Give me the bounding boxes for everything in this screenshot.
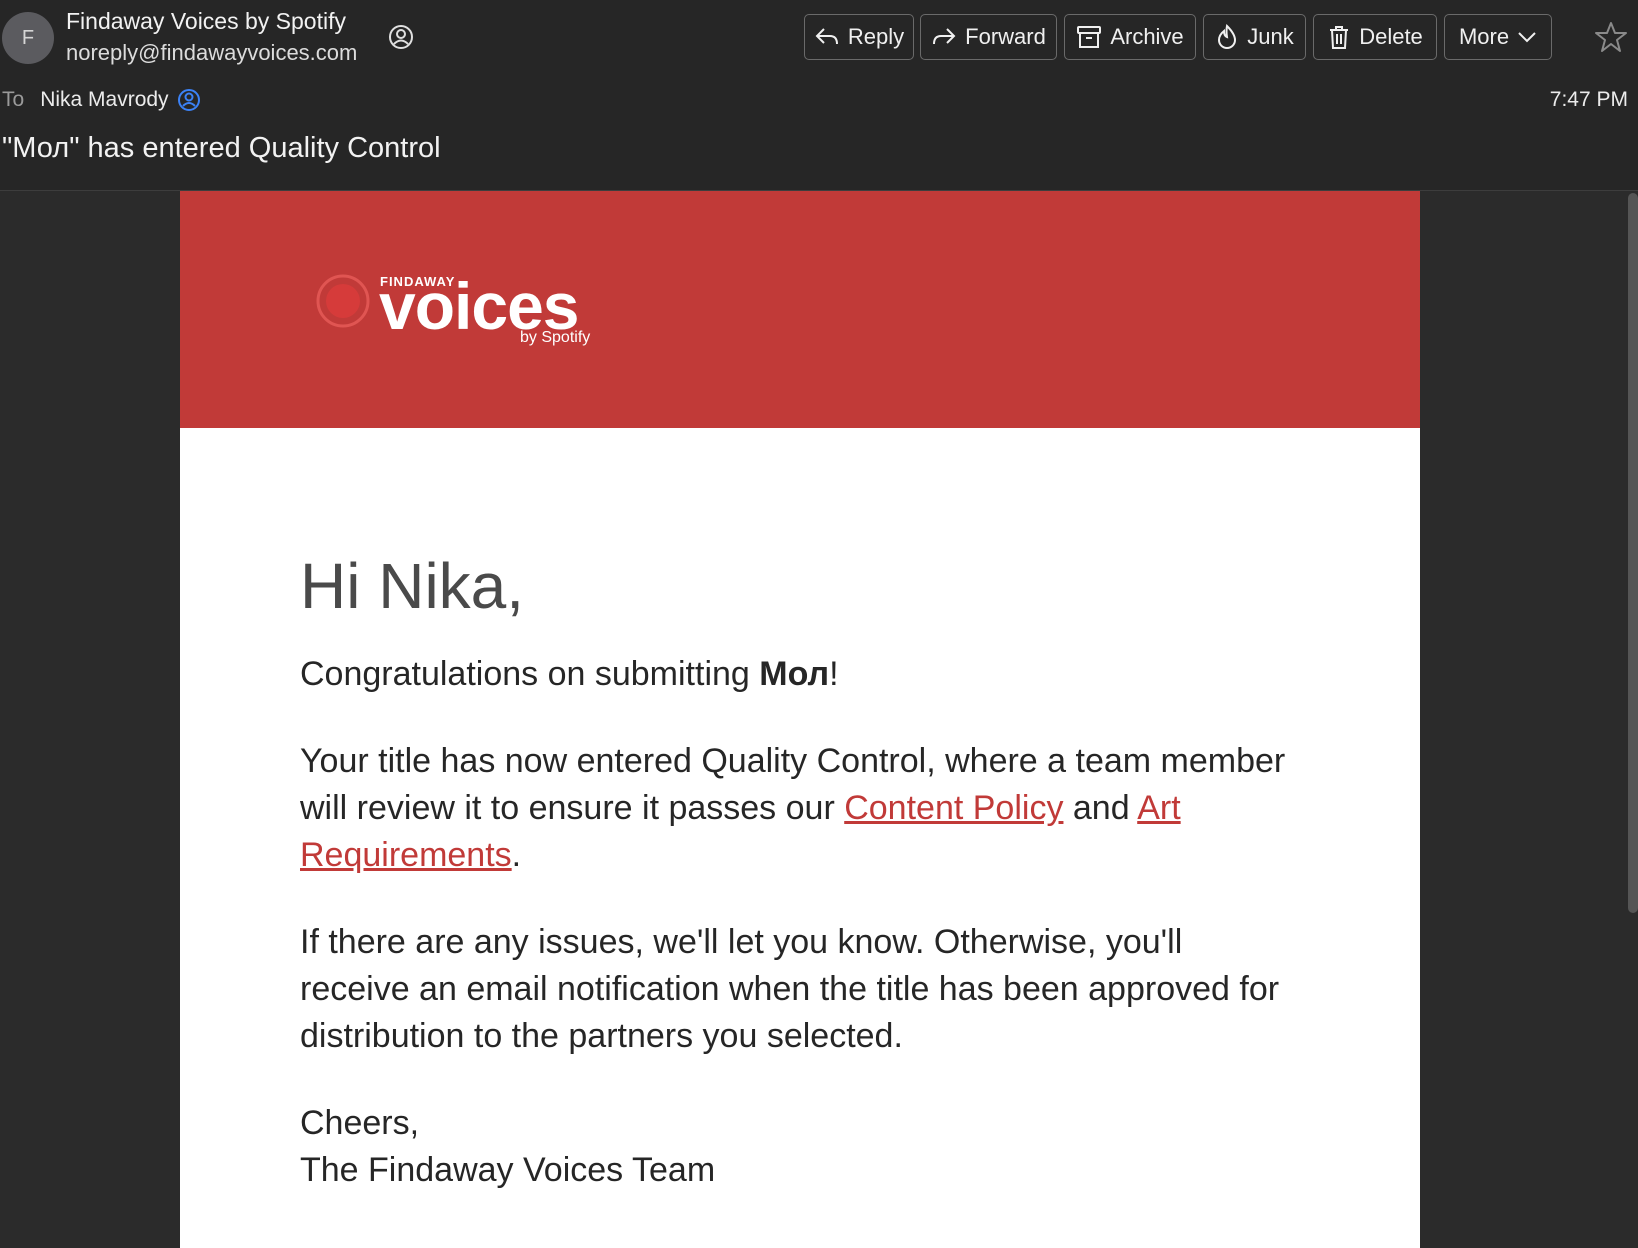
archive-button[interactable]: Archive [1064,14,1196,60]
email-body: FINDAWAY voices by Spotify Hi Nika, Cong… [180,191,1420,1248]
chevron-down-icon [1518,32,1536,43]
issues-paragraph: If there are any issues, we'll let you k… [300,923,1280,1056]
reply-button[interactable]: Reply [804,14,914,60]
junk-label: Junk [1247,24,1294,49]
contact-icon[interactable] [388,24,414,50]
more-label: More [1458,24,1510,49]
quality-control-paragraph: Your title has now entered Quality Contr… [300,738,1300,879]
greeting: Hi Nika, [300,550,525,622]
signature: The Findaway Voices Team [300,1151,716,1190]
qc-and: and [1063,789,1138,828]
qc-period: . [511,836,522,875]
junk-icon [1218,24,1237,49]
delete-button[interactable]: Delete [1313,14,1437,60]
congrats-text: Congratulations on submitting [300,655,760,694]
brand-banner: FINDAWAY voices by Spotify [180,191,1420,428]
closing: Cheers, [300,1104,420,1143]
star-icon[interactable] [1594,20,1628,54]
content-policy-link[interactable]: Content Policy [844,789,1063,827]
to-label: To [2,88,25,111]
archive-label: Archive [1110,24,1184,49]
forward-label: Forward [965,24,1046,49]
reply-icon [815,28,838,45]
record-logo-icon [316,274,370,328]
title-name: Мол [759,655,830,694]
junk-button[interactable]: Junk [1203,14,1306,60]
congrats-punct: ! [829,655,839,694]
received-time: 7:47 PM [1549,88,1628,111]
subject-line: "Мол" has entered Quality Control [2,132,441,164]
person-badge-icon [177,89,200,111]
email-content: Hi Nika, Congratulations on submitting М… [300,551,1300,1194]
reply-label: Reply [847,24,905,49]
delete-label: Delete [1359,24,1423,49]
recipient-row: To Nika Mavrody [2,88,201,112]
congrats-paragraph: Congratulations on submitting Мол! [300,651,1300,698]
sender-email[interactable]: noreply@findawayvoices.com [66,40,357,66]
sign-off: Cheers, The Findaway Voices Team [300,1100,1300,1194]
archive-icon [1077,26,1102,48]
forward-icon [933,28,956,45]
scrollbar[interactable] [1628,193,1638,913]
delete-icon [1330,26,1349,49]
forward-button[interactable]: Forward [920,14,1057,60]
logo-byline: by Spotify [520,329,591,346]
message-header: F Findaway Voices by Spotify noreply@fin… [0,0,1638,191]
sender-name[interactable]: Findaway Voices by Spotify [66,8,346,35]
more-button[interactable]: More [1444,14,1552,60]
recipient-name[interactable]: Nika Mavrody [40,88,168,112]
sender-avatar[interactable]: F [2,12,54,64]
